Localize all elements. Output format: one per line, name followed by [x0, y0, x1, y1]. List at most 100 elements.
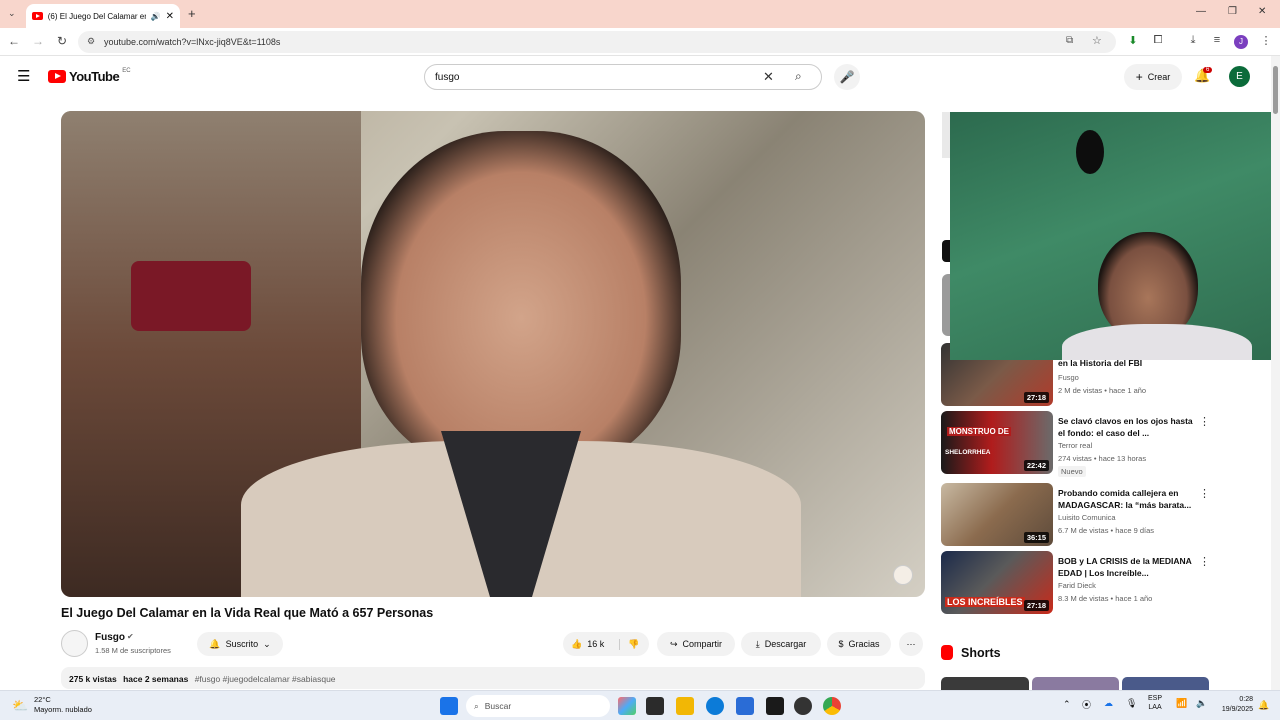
- site-info-icon[interactable]: ⚙: [87, 36, 95, 47]
- profile-avatar[interactable]: J: [1234, 35, 1248, 49]
- thanks-icon: $: [838, 639, 844, 649]
- close-window-icon[interactable]: ✕: [1258, 6, 1266, 17]
- thanks-button[interactable]: $ Gracias: [827, 632, 891, 656]
- video-title[interactable]: BOB y LA CRISIS de la MEDIANA EDAD | Los…: [1058, 555, 1198, 579]
- sidebar-video-2[interactable]: MONSTRUO DE SHELORRHEA 22:42 Se clavó cl…: [941, 411, 1211, 477]
- download-button[interactable]: ⤓ Descargar: [741, 632, 821, 656]
- short-thumbnail-1[interactable]: [941, 677, 1029, 690]
- share-button[interactable]: ↪ Compartir: [657, 632, 735, 656]
- shorts-header: Shorts: [941, 645, 1001, 660]
- forward-icon[interactable]: →: [30, 34, 46, 48]
- clear-search-icon[interactable]: ✕: [763, 69, 774, 85]
- weather-desc[interactable]: Mayorm. nublado: [34, 705, 92, 714]
- download-label: Descargar: [764, 639, 807, 649]
- dislike-icon[interactable]: 👎: [619, 638, 639, 650]
- like-count[interactable]: 16 k: [587, 639, 604, 649]
- video-channel[interactable]: Luisito Comunica: [1058, 513, 1116, 522]
- tray-chevron-icon[interactable]: ⌃: [1063, 699, 1071, 710]
- more-options-icon[interactable]: ⋮: [1199, 555, 1210, 568]
- weather-temp[interactable]: 22°C: [34, 695, 51, 704]
- search-icon[interactable]: ⌕: [795, 69, 802, 84]
- wifi-icon[interactable]: 📶: [1176, 698, 1187, 709]
- new-badge: Nuevo: [1058, 466, 1086, 477]
- user-avatar[interactable]: E: [1229, 66, 1250, 87]
- create-button[interactable]: + Crear: [1124, 64, 1182, 90]
- logo-text: YouTube: [69, 69, 120, 84]
- search-input[interactable]: fusgo ✕ ⌕: [424, 64, 822, 90]
- video-title[interactable]: Probando comida callejera en MADAGASCAR:…: [1058, 487, 1198, 511]
- short-thumbnail-3[interactable]: [1122, 677, 1209, 690]
- app-icon[interactable]: [766, 697, 784, 715]
- audio-icon[interactable]: 🔊: [151, 12, 161, 21]
- sidebar-video-4[interactable]: LOS INCREÍBLES 27:18 BOB y LA CRISIS de …: [941, 551, 1211, 615]
- new-tab-button[interactable]: +: [188, 6, 196, 21]
- url-field[interactable]: ⚙ youtube.com/watch?v=lNxc-jiq8VE&t=1108…: [78, 31, 1116, 53]
- clock[interactable]: 0:28 19/9/2025: [1213, 695, 1253, 715]
- thanks-label: Gracias: [848, 639, 880, 649]
- more-options-icon[interactable]: ⋮: [1199, 415, 1210, 428]
- volume-icon[interactable]: 🔈: [1196, 698, 1207, 709]
- video-title[interactable]: Se clavó clavos en los ojos hasta el fon…: [1058, 415, 1198, 439]
- file-explorer-icon[interactable]: [676, 697, 694, 715]
- hamburger-menu-icon[interactable]: ☰: [17, 67, 30, 85]
- browser-tab[interactable]: (6) El Juego Del Calamar en 🔊 ✕: [26, 4, 180, 28]
- store-icon[interactable]: [736, 697, 754, 715]
- onedrive-icon[interactable]: ☁: [1104, 698, 1113, 709]
- hashtags[interactable]: #fusgo #juegodelcalamar #sabiasque: [195, 674, 336, 684]
- channel-row: Fusgo ✔ 1.58 M de suscriptores 🔔 Suscrit…: [61, 630, 925, 658]
- tab-list-icon[interactable]: ⌄: [8, 8, 16, 19]
- microphone-icon[interactable]: 🎙: [1126, 698, 1137, 709]
- reload-icon[interactable]: ↻: [54, 34, 70, 48]
- back-icon[interactable]: ←: [6, 34, 22, 48]
- bookmark-star-icon[interactable]: ☆: [1092, 34, 1102, 47]
- thumbnail-text: LOS INCREÍBLES: [945, 597, 1025, 607]
- short-thumbnail-2[interactable]: [1032, 677, 1119, 690]
- language-indicator[interactable]: ESP LAA: [1148, 694, 1162, 712]
- video-channel[interactable]: Terror real: [1058, 441, 1092, 450]
- video-thumbnail[interactable]: 36:15: [941, 483, 1053, 546]
- video-channel[interactable]: Farid Dieck: [1058, 581, 1096, 590]
- tray-app-icon[interactable]: ⦿: [1082, 698, 1091, 711]
- video-duration: 27:18: [1023, 392, 1049, 403]
- more-actions-button[interactable]: ⋯: [899, 632, 923, 656]
- downloads-icon[interactable]: ⤓: [1185, 34, 1201, 47]
- video-meta: 274 vistas • hace 13 horas: [1058, 454, 1147, 463]
- shorts-label: Shorts: [961, 645, 1001, 660]
- video-title: El Juego Del Calamar en la Vida Real que…: [61, 606, 434, 620]
- chrome-icon[interactable]: [823, 697, 841, 715]
- subscribed-button[interactable]: 🔔 Suscrito ⌄: [197, 632, 283, 656]
- video-thumbnail[interactable]: LOS INCREÍBLES 27:18: [941, 551, 1053, 614]
- reading-list-icon[interactable]: ≡: [1209, 34, 1225, 46]
- channel-avatar[interactable]: [61, 630, 88, 657]
- voice-search-icon[interactable]: 🎤: [834, 64, 860, 90]
- widgets-icon[interactable]: [618, 697, 636, 715]
- browser-menu-icon[interactable]: ⋮: [1258, 34, 1274, 47]
- scrollbar-thumb[interactable]: [1273, 66, 1278, 114]
- bell-icon: 🔔: [209, 638, 221, 649]
- task-view-icon[interactable]: [646, 697, 664, 715]
- more-options-icon[interactable]: ⋮: [1199, 487, 1210, 500]
- weather-icon[interactable]: ⛅: [12, 698, 28, 714]
- video-channel[interactable]: Fusgo: [1058, 373, 1079, 382]
- maximize-icon[interactable]: ❐: [1228, 6, 1237, 17]
- thumbnail-text: MONSTRUO DE: [947, 427, 1011, 436]
- notifications-icon[interactable]: 🔔: [1258, 700, 1269, 711]
- start-menu-icon[interactable]: [440, 697, 458, 715]
- minimize-icon[interactable]: —: [1196, 6, 1206, 17]
- extensions-icon[interactable]: ⧠: [1150, 34, 1166, 47]
- description-box[interactable]: 275 k vistas hace 2 semanas #fusgo #jueg…: [61, 667, 925, 689]
- sidebar-video-3[interactable]: 36:15 Probando comida callejera en MADAG…: [941, 483, 1211, 547]
- obs-icon[interactable]: [794, 697, 812, 715]
- edge-icon[interactable]: [706, 697, 724, 715]
- create-label: Crear: [1147, 72, 1171, 82]
- channel-name[interactable]: Fusgo: [95, 632, 125, 643]
- video-player[interactable]: [61, 111, 925, 597]
- download-arrow-icon[interactable]: ⬇: [1125, 34, 1141, 47]
- close-tab-icon[interactable]: ✕: [166, 11, 174, 22]
- youtube-logo[interactable]: YouTube EC: [48, 68, 131, 84]
- like-icon[interactable]: 👍: [571, 639, 582, 650]
- page-scrollbar[interactable]: [1271, 56, 1280, 690]
- install-app-icon[interactable]: ⧉: [1066, 35, 1073, 46]
- video-thumbnail[interactable]: MONSTRUO DE SHELORRHEA 22:42: [941, 411, 1053, 474]
- taskbar-search-input[interactable]: ⌕ Buscar: [466, 695, 610, 717]
